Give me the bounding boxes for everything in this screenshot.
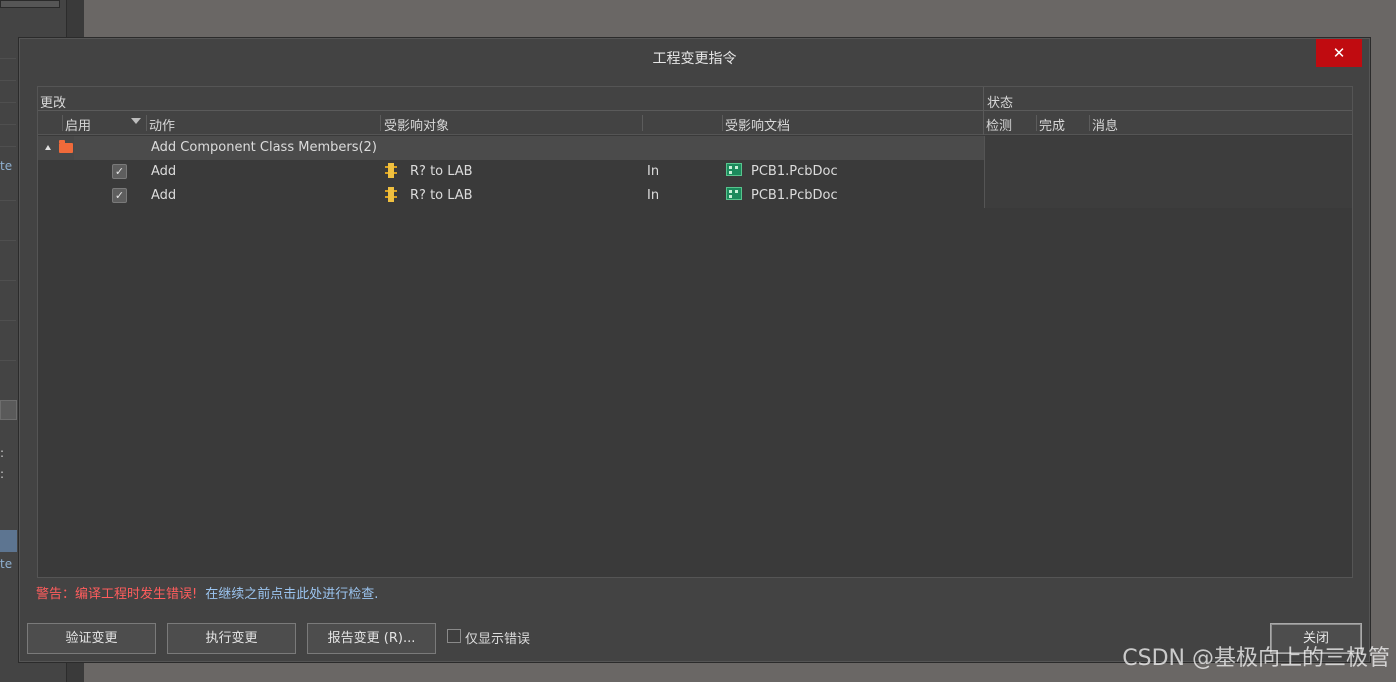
status-cell — [984, 160, 1352, 184]
changes-grid[interactable]: 更改 状态 启用 动作 受影响对象 受影响文档 检测 完成 消息 Add Com… — [37, 86, 1353, 578]
column-separator — [146, 115, 147, 131]
warning-line: 警告：编译工程时发生错误! 在继续之前点击此处进行检查. — [36, 583, 378, 602]
row-action: Add — [151, 188, 177, 203]
background-divider — [0, 80, 16, 81]
folder-icon — [59, 140, 73, 153]
check-icon: ✓ — [114, 189, 125, 202]
background-divider — [0, 146, 16, 147]
background-toolbar — [0, 0, 60, 8]
background-text-fragment: te — [0, 557, 13, 571]
table-row[interactable]: ✓ Add R? to LAB In PCB1.PcbDoc — [38, 160, 984, 184]
column-header-affected-object[interactable]: 受影响对象 — [384, 115, 449, 134]
report-changes-button[interactable]: 报告变更 (R)... — [307, 623, 436, 654]
column-header-check[interactable]: 检测 — [986, 115, 1012, 134]
background-divider — [0, 102, 16, 103]
status-cell — [984, 184, 1352, 208]
check-icon: ✓ — [114, 165, 125, 178]
dialog-titlebar[interactable]: 工程变更指令 ✕ — [19, 38, 1370, 76]
row-affected-object: R? to LAB — [410, 164, 473, 179]
background-text-fragment: : — [0, 446, 5, 460]
only-show-errors-label[interactable]: 仅显示错误 — [465, 628, 530, 647]
row-direction: In — [647, 164, 660, 179]
background-text-fragment: : — [0, 467, 5, 481]
background-text-fragment: te — [0, 159, 13, 173]
background-divider — [0, 280, 16, 281]
background-divider — [0, 200, 16, 201]
table-row[interactable]: ✓ Add R? to LAB In PCB1.PcbDoc — [38, 184, 984, 208]
enable-checkbox[interactable]: ✓ — [112, 164, 127, 179]
row-direction: In — [647, 188, 660, 203]
group-row-label: Add Component Class Members(2) — [151, 140, 377, 155]
sort-dropdown-icon[interactable] — [131, 118, 141, 124]
column-separator — [62, 115, 63, 131]
column-separator — [983, 111, 984, 135]
background-selected-item — [0, 400, 17, 420]
group-row[interactable]: Add Component Class Members(2) — [38, 136, 984, 160]
pcb-document-icon — [726, 187, 742, 200]
background-divider — [0, 320, 16, 321]
column-header-action[interactable]: 动作 — [149, 115, 175, 134]
column-separator — [1036, 115, 1037, 131]
background-divider — [0, 240, 16, 241]
group-header-status: 状态 — [987, 96, 1014, 111]
close-icon: ✕ — [1332, 44, 1346, 62]
column-separator — [1089, 115, 1090, 131]
dialog-title: 工程变更指令 — [652, 51, 737, 67]
watermark: CSDN @基极向上的三极管 — [1122, 646, 1390, 671]
pcb-document-icon — [726, 163, 742, 176]
background-divider — [0, 58, 16, 59]
column-header-done[interactable]: 完成 — [1039, 115, 1065, 134]
engineering-change-order-dialog: 工程变更指令 ✕ 更改 状态 启用 动作 受影响对象 受影响文档 检测 完成 消… — [18, 37, 1371, 663]
group-header-changes: 更改 — [40, 96, 67, 111]
status-cell — [984, 136, 1352, 160]
column-header-affected-document[interactable]: 受影响文档 — [725, 115, 790, 134]
row-affected-document: PCB1.PcbDoc — [751, 164, 838, 179]
column-header-message[interactable]: 消息 — [1092, 115, 1118, 134]
validate-changes-button[interactable]: 验证变更 — [27, 623, 156, 654]
row-action: Add — [151, 164, 177, 179]
component-icon — [385, 163, 397, 178]
warning-error-text: 警告：编译工程时发生错误! — [36, 587, 198, 602]
column-header-enable[interactable]: 启用 — [65, 115, 91, 134]
dialog-close-button[interactable]: ✕ — [1316, 39, 1362, 67]
background-highlight-item — [0, 530, 17, 552]
grid-column-header: 启用 动作 受影响对象 受影响文档 检测 完成 消息 — [38, 111, 1352, 135]
enable-checkbox[interactable]: ✓ — [112, 188, 127, 203]
collapse-toggle-icon[interactable] — [45, 145, 51, 150]
row-affected-document: PCB1.PcbDoc — [751, 188, 838, 203]
warning-check-link[interactable]: 在继续之前点击此处进行检查. — [205, 587, 378, 602]
row-affected-object: R? to LAB — [410, 188, 473, 203]
only-show-errors-checkbox[interactable] — [447, 629, 461, 643]
group-header-divider — [983, 87, 984, 111]
background-divider — [0, 360, 16, 361]
column-separator — [380, 115, 381, 131]
grid-group-header: 更改 状态 — [38, 87, 1352, 111]
component-icon — [385, 187, 397, 202]
column-separator — [722, 115, 723, 131]
column-separator — [642, 115, 643, 131]
execute-changes-button[interactable]: 执行变更 — [167, 623, 296, 654]
background-divider — [0, 124, 16, 125]
